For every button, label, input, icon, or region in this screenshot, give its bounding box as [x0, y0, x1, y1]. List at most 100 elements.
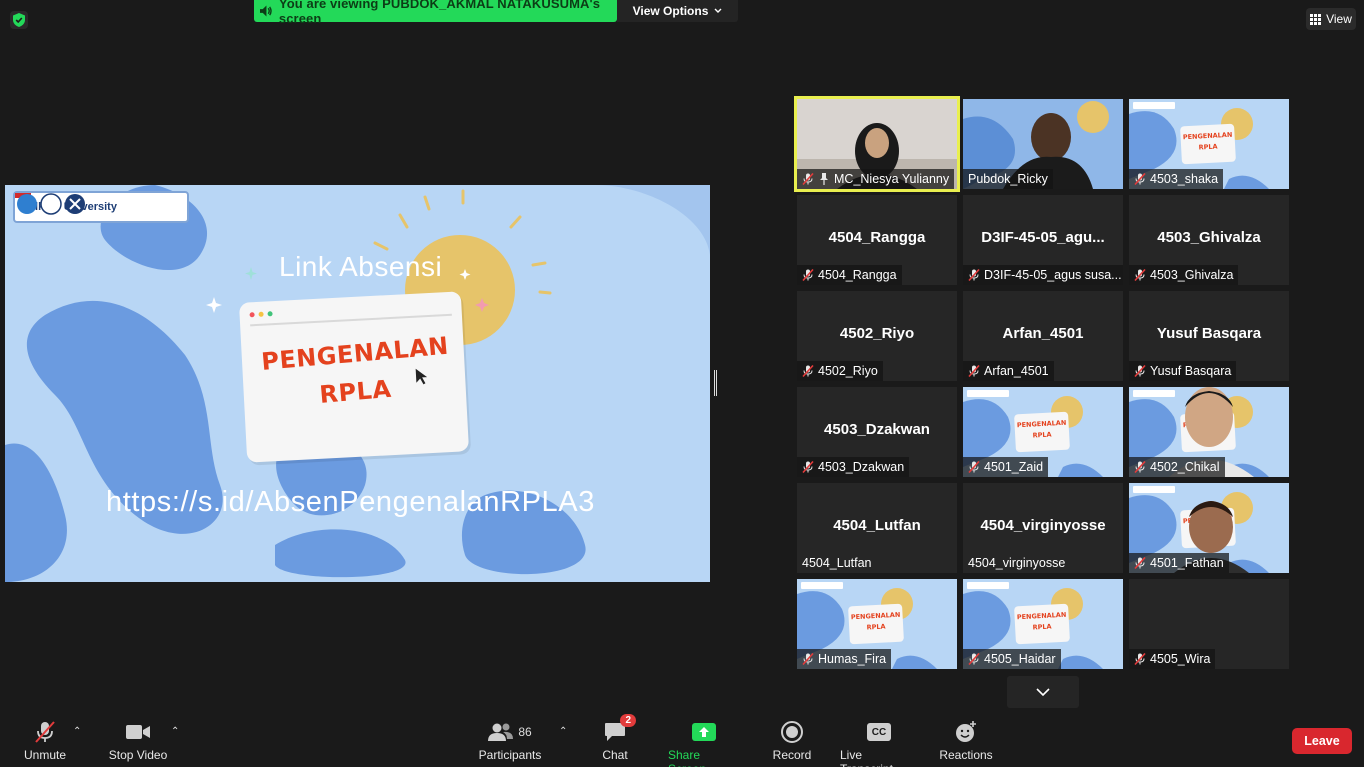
- participant-tile[interactable]: Arfan_4501 Arfan_4501: [963, 291, 1123, 381]
- participant-name: 4503_Ghivalza: [1150, 268, 1234, 282]
- slide-card-thumbnail: PENGENALANRPLA: [848, 603, 904, 645]
- participant-tile[interactable]: 4504_Lutfan 4504_Lutfan: [797, 483, 957, 573]
- slide-logo-thumbnail: [801, 582, 843, 589]
- participant-name: 4501_Fathan: [1150, 556, 1224, 570]
- viewing-banner-text: You are viewing PUBDOK_AKMAL NATAKUSUMA'…: [278, 0, 601, 26]
- participant-tile[interactable]: 4503_Ghivalza 4503_Ghivalza: [1129, 195, 1289, 285]
- participant-name-label: 4503_Dzakwan: [797, 457, 910, 477]
- view-layout-button[interactable]: View: [1306, 8, 1356, 30]
- participant-display-name: 4503_Dzakwan: [824, 421, 930, 438]
- participant-name: 4504_Rangga: [818, 268, 897, 282]
- slide-logo-thumbnail: [1133, 102, 1175, 109]
- muted-mic-icon: [802, 653, 814, 665]
- reactions-button[interactable]: Reactions: [938, 720, 994, 762]
- participant-name: Yusuf Basqara: [1150, 364, 1232, 378]
- muted-mic-icon: [35, 721, 55, 743]
- participant-name-label: D3IF-45-05_agus susa...: [963, 265, 1123, 285]
- muted-mic-icon: [802, 173, 814, 185]
- participant-tile[interactable]: 4503_Dzakwan 4503_Dzakwan: [797, 387, 957, 477]
- participant-name-label: 4504_virginyosse: [963, 553, 1070, 573]
- slide-logo-thumbnail: [967, 390, 1009, 397]
- muted-mic-icon: [802, 365, 814, 377]
- participant-tile[interactable]: PENGENALANRPLA4502_Chikal: [1129, 387, 1289, 477]
- record-icon: [781, 721, 803, 743]
- muted-mic-icon: [968, 461, 980, 473]
- share-screen-icon: [692, 723, 716, 741]
- participant-tile[interactable]: PENGENALAN RPLA 4505_Haidar: [963, 579, 1123, 669]
- participant-tile[interactable]: 4504_Rangga 4504_Rangga: [797, 195, 957, 285]
- muted-mic-icon: [968, 269, 980, 281]
- participants-button[interactable]: 86 Participants: [478, 720, 542, 762]
- video-camera-icon: [126, 725, 150, 739]
- participant-display-name: 4504_Rangga: [828, 229, 926, 246]
- muted-mic-icon: [1134, 653, 1146, 665]
- security-shield-icon[interactable]: [10, 11, 28, 29]
- participant-name-label: 4502_Riyo: [797, 361, 883, 381]
- share-screen-label: Share Screen: [668, 748, 706, 767]
- view-label: View: [1326, 12, 1352, 26]
- participant-name-label: 4503_Ghivalza: [1129, 265, 1239, 285]
- muted-mic-icon: [1134, 461, 1146, 473]
- stop-video-button[interactable]: Stop Video: [107, 720, 169, 762]
- participant-tile[interactable]: 4504_virginyosse 4504_virginyosse: [963, 483, 1123, 573]
- stop-video-label: Stop Video: [108, 748, 168, 762]
- participant-name-label: Humas_Fira: [797, 649, 892, 669]
- participant-name-label: 4502_Chikal: [1129, 457, 1225, 477]
- absensi-url[interactable]: https://s.id/AbsenPengenalanRPLA3: [106, 486, 595, 519]
- leave-button[interactable]: Leave: [1292, 728, 1352, 754]
- chat-unread-badge: 2: [620, 714, 636, 727]
- audio-options-caret-icon[interactable]: ⌃: [73, 726, 81, 737]
- view-options-label: View Options: [632, 4, 709, 18]
- participant-tile[interactable]: PENGENALAN RPLA 4501_Zaid: [963, 387, 1123, 477]
- muted-mic-icon: [802, 461, 814, 473]
- participant-display-name: 4503_Ghivalza: [1157, 229, 1261, 246]
- record-button[interactable]: Record: [772, 720, 812, 762]
- participant-name: 4505_Haidar: [984, 652, 1056, 666]
- chat-button[interactable]: 2 Chat: [600, 714, 636, 762]
- splitter-handle[interactable]: [714, 370, 717, 396]
- unmute-button[interactable]: Unmute: [22, 720, 68, 762]
- participant-display-name: 4504_Lutfan: [833, 517, 921, 534]
- unmute-label: Unmute: [23, 748, 67, 762]
- participant-display-name: Yusuf Basqara: [1156, 325, 1262, 342]
- participant-name: Arfan_4501: [984, 364, 1049, 378]
- participant-tile[interactable]: PENGENALAN RPLA Humas_Fira: [797, 579, 957, 669]
- telkom-university-logo: Telkom University: [13, 191, 189, 223]
- participant-name-label: MC_Niesya Yulianny: [797, 169, 955, 189]
- participants-icon: [488, 723, 514, 741]
- participant-display-name: 4504_virginyosse: [980, 517, 1106, 534]
- participant-tile[interactable]: PENGENALAN RPLA 4503_shaka: [1129, 99, 1289, 189]
- participant-tile[interactable]: PENGENALANRPLA4501_Fathan: [1129, 483, 1289, 573]
- participant-name: 4502_Riyo: [818, 364, 878, 378]
- closed-caption-icon: CC: [867, 723, 891, 741]
- gallery-next-page-button[interactable]: [1007, 676, 1079, 708]
- live-transcript-label: Live Transcript: [840, 748, 893, 767]
- participant-tile[interactable]: Pubdok_Ricky: [963, 99, 1123, 189]
- participant-tile[interactable]: D3IF-45-05_agu... D3IF-45-05_agus susa...: [963, 195, 1123, 285]
- speaker-icon: [260, 5, 272, 17]
- slide-card-thumbnail: PENGENALANRPLA: [1014, 411, 1070, 453]
- participant-name-label: 4504_Rangga: [797, 265, 902, 285]
- participant-name-label: Pubdok_Ricky: [963, 169, 1053, 189]
- share-screen-button[interactable]: Share Screen: [668, 720, 740, 767]
- participants-options-caret-icon[interactable]: ⌃: [559, 726, 567, 737]
- link-absensi-title: Link Absensi: [279, 251, 443, 282]
- participant-name-label: 4501_Zaid: [963, 457, 1049, 477]
- participant-tile[interactable]: MC_Niesya Yulianny: [794, 96, 960, 192]
- participant-tile[interactable]: Yusuf Basqara Yusuf Basqara: [1129, 291, 1289, 381]
- participant-name: D3IF-45-05_agus susa...: [984, 268, 1122, 282]
- chevron-down-icon: [1036, 688, 1050, 696]
- slide-card-thumbnail: PENGENALANRPLA: [1014, 603, 1070, 645]
- participant-name-label: 4503_shaka: [1129, 169, 1224, 189]
- view-options-button[interactable]: View Options: [617, 0, 738, 22]
- muted-mic-icon: [968, 653, 980, 665]
- participant-tile[interactable]: 4505_Wira: [1129, 579, 1289, 669]
- video-options-caret-icon[interactable]: ⌃: [171, 726, 179, 737]
- live-transcript-button[interactable]: CC Live Transcript: [840, 720, 918, 767]
- participant-tile[interactable]: 4502_Riyo 4502_Riyo: [797, 291, 957, 381]
- participant-name: 4503_Dzakwan: [818, 460, 905, 474]
- participant-name-label: Yusuf Basqara: [1129, 361, 1237, 381]
- muted-mic-icon: [1134, 269, 1146, 281]
- participant-display-name: D3IF-45-05_agu...: [981, 229, 1105, 246]
- participant-name: 4504_Lutfan: [802, 556, 872, 570]
